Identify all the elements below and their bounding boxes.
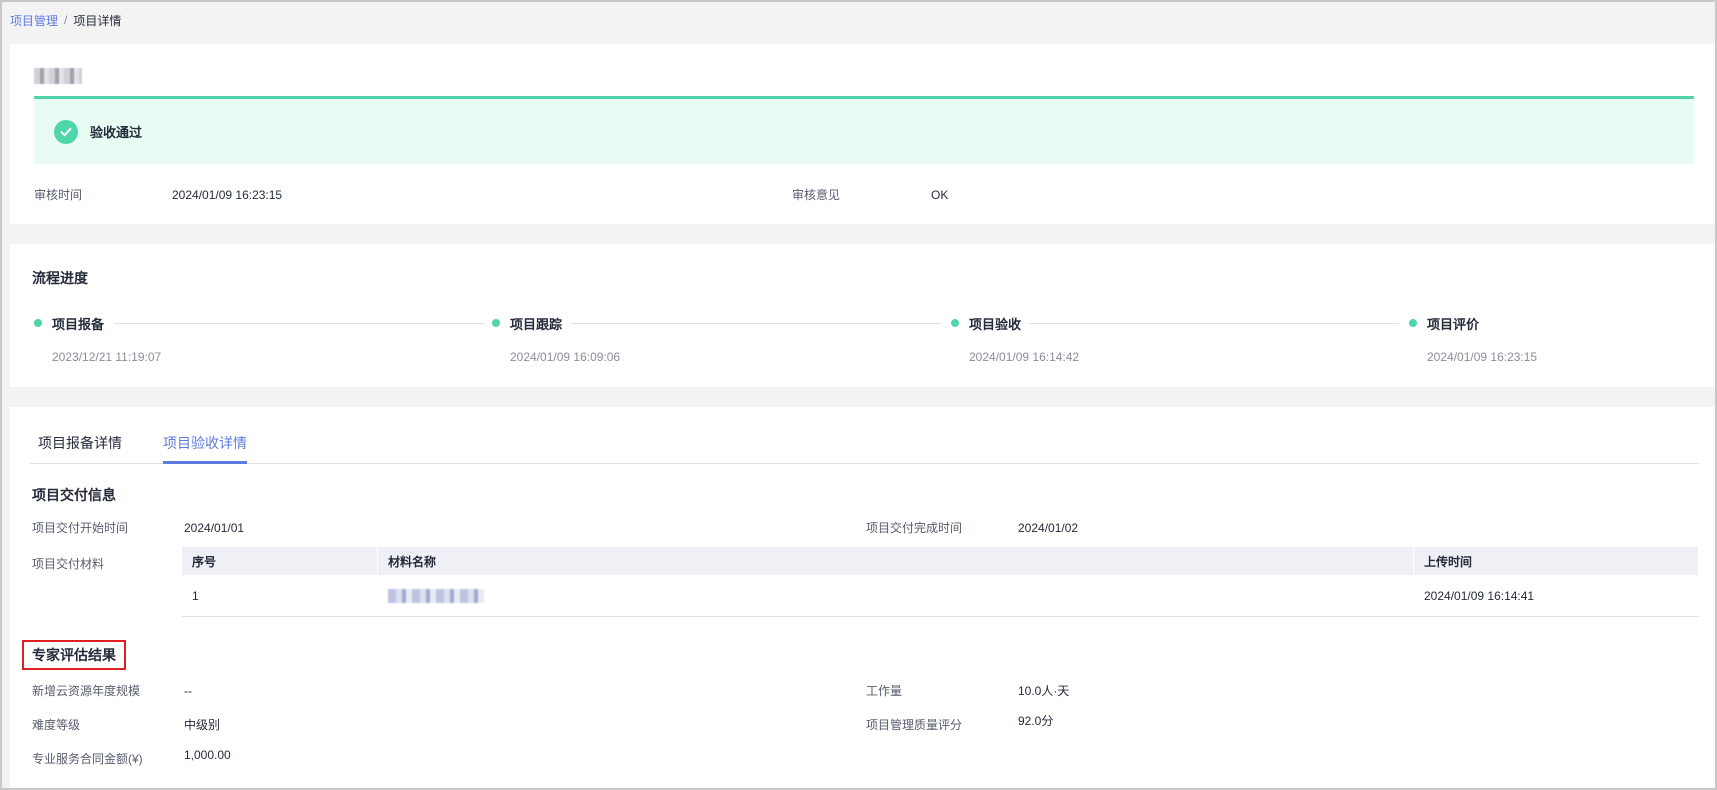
delivery-start-value: 2024/01/01 xyxy=(184,520,245,535)
page-frame: 项目管理 / 项目详情 验收通过 审核时间 2024/01/09 16:23:1… xyxy=(0,0,1717,790)
table-header: 序号 材料名称 上传时间 xyxy=(182,547,1699,575)
check-circle-icon xyxy=(54,119,78,144)
step-label: 项目评价 xyxy=(1427,317,1480,332)
process-card: 流程进度 项目报备 2023/12/21 11:19:07 项目跟踪 2024/… xyxy=(10,244,1715,387)
breadcrumb-current: 项目详情 xyxy=(73,13,122,28)
expert-contract-label: 专业服务合同金额(¥) xyxy=(32,752,143,766)
delivery-materials: 项目交付材料 xyxy=(32,555,104,572)
review-time-label: 审核时间 xyxy=(34,188,83,202)
delivery-start-label: 项目交付开始时间 xyxy=(32,521,129,535)
expert-cloud-label: 新增云资源年度规模 xyxy=(32,684,141,698)
expert-contract-value: 1,000.00 xyxy=(184,748,231,762)
expert-cloud: 新增云资源年度规模 -- xyxy=(32,682,192,699)
tab-acceptance-details[interactable]: 项目验收详情 xyxy=(163,433,247,464)
process-title: 流程进度 xyxy=(32,270,88,286)
review-opinion-label: 审核意见 xyxy=(792,188,841,202)
step-time: 2024/01/09 16:09:06 xyxy=(510,350,621,364)
review-time-value: 2024/01/09 16:23:15 xyxy=(172,187,283,202)
material-name-redacted[interactable] xyxy=(388,588,484,603)
expert-difficulty: 难度等级 中级别 xyxy=(32,716,220,733)
expert-contract: 专业服务合同金额(¥) 1,000.00 xyxy=(32,748,231,767)
step-connector xyxy=(571,323,941,324)
cell-material-name xyxy=(378,575,1414,616)
expert-quality-value: 92.0分 xyxy=(1018,714,1054,728)
project-name-redacted xyxy=(34,68,82,84)
step-dot xyxy=(34,319,42,327)
step-time: 2023/12/21 11:19:07 xyxy=(52,350,162,364)
expert-difficulty-label: 难度等级 xyxy=(32,718,81,732)
expert-quality: 项目管理质量评分 92.0分 xyxy=(866,714,1053,733)
detail-tabs: 项目报备详情 项目验收详情 xyxy=(30,407,1699,464)
column-header-upload-time: 上传时间 xyxy=(1414,547,1699,575)
step-label: 项目验收 xyxy=(969,317,1022,332)
cell-index: 1 xyxy=(192,588,199,603)
delivery-start: 项目交付开始时间 2024/01/01 xyxy=(32,519,244,536)
delivery-end-label: 项目交付完成时间 xyxy=(866,521,963,535)
process-steps: 项目报备 2023/12/21 11:19:07 项目跟踪 2024/01/09… xyxy=(34,314,1691,374)
delivery-materials-label: 项目交付材料 xyxy=(32,557,105,571)
step-dot xyxy=(1409,319,1417,327)
cell-upload-time: 2024/01/09 16:14:41 xyxy=(1424,588,1535,603)
table-row: 1 2024/01/09 16:14:41 xyxy=(182,575,1699,617)
step-label: 项目报备 xyxy=(52,317,105,332)
details-card: 项目报备详情 项目验收详情 项目交付信息 项目交付开始时间 2024/01/01… xyxy=(10,407,1715,788)
review-time: 审核时间 2024/01/09 16:23:15 xyxy=(34,186,282,203)
delivery-end: 项目交付完成时间 2024/01/02 xyxy=(866,519,1078,536)
status-text: 验收通过 xyxy=(90,125,143,140)
delivery-end-value: 2024/01/02 xyxy=(1018,520,1079,535)
breadcrumb-project-management[interactable]: 项目管理 xyxy=(10,12,58,29)
column-header-material-name: 材料名称 xyxy=(378,547,1414,575)
materials-table: 序号 材料名称 上传时间 1 2024/01/09 16:14:41 xyxy=(182,547,1699,625)
step-time: 2024/01/09 16:23:15 xyxy=(1427,350,1538,364)
step-dot xyxy=(492,319,500,327)
breadcrumb-separator: / xyxy=(64,13,68,27)
tab-filing-details[interactable]: 项目报备详情 xyxy=(38,433,122,461)
expert-workload: 工作量 10.0人·天 xyxy=(866,682,1069,699)
expert-workload-value: 10.0人·天 xyxy=(1018,684,1070,698)
step-label: 项目跟踪 xyxy=(510,317,563,332)
expert-cloud-value: -- xyxy=(184,683,192,698)
step-connector xyxy=(114,323,484,324)
status-card: 验收通过 审核时间 2024/01/09 16:23:15 审核意见 OK xyxy=(10,44,1715,224)
delivery-title: 项目交付信息 xyxy=(32,487,116,503)
review-opinion: 审核意见 OK xyxy=(792,186,948,203)
column-header-index: 序号 xyxy=(182,547,378,575)
step-time: 2024/01/09 16:14:42 xyxy=(969,350,1080,364)
expert-result-title: 专家评估结果 xyxy=(22,640,126,670)
review-opinion-value: OK xyxy=(931,187,949,202)
breadcrumb: 项目管理 / 项目详情 xyxy=(10,10,121,30)
step-dot xyxy=(951,319,959,327)
expert-workload-label: 工作量 xyxy=(866,684,903,698)
status-banner: 验收通过 xyxy=(34,96,1694,164)
expert-difficulty-value: 中级别 xyxy=(184,718,221,732)
step-connector xyxy=(1029,323,1399,324)
expert-quality-label: 项目管理质量评分 xyxy=(866,718,963,732)
